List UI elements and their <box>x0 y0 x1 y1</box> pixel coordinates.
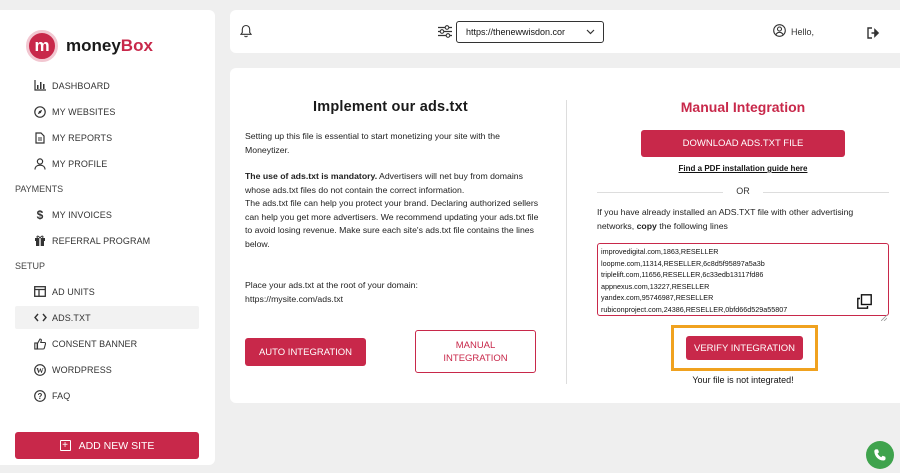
place-text: Place your ads.txt at the root of your d… <box>245 279 545 306</box>
ads-txt-lines-textarea[interactable]: improvedigital.com,1863,RESELLER loopme.… <box>597 243 889 316</box>
sidebar-item-my-reports[interactable]: MY REPORTS <box>0 126 215 149</box>
bar-chart-icon <box>33 79 47 93</box>
auto-integration-button[interactable]: AUTO INTEGRATION <box>245 338 366 366</box>
section-payments: PAYMENTS <box>15 184 64 194</box>
mandatory-bold: The use of ads.txt is mandatory. <box>245 171 378 181</box>
gift-icon <box>33 234 47 248</box>
help-text: The ads.txt file can help you protect yo… <box>245 198 539 249</box>
section-setup: SETUP <box>15 261 46 271</box>
compass-icon <box>33 105 47 119</box>
sidebar-item-label: MY PROFILE <box>52 158 108 169</box>
sidebar-item-wordpress[interactable]: W WORDPRESS <box>0 358 215 381</box>
sidebar-item-label: MY WEBSITES <box>52 106 116 117</box>
plus-icon: + <box>59 440 71 451</box>
implement-title: Implement our ads.txt <box>313 99 468 115</box>
place-line: Place your ads.txt at the root of your d… <box>245 280 418 290</box>
chevron-down-icon <box>586 27 595 37</box>
sidebar-item-my-websites[interactable]: MY WEBSITES <box>0 100 215 123</box>
user-menu[interactable]: Hello, <box>773 24 814 39</box>
document-icon <box>33 131 47 145</box>
sliders-icon[interactable] <box>438 25 452 43</box>
user-greeting: Hello, <box>791 26 815 37</box>
sidebar-item-my-profile[interactable]: MY PROFILE <box>0 152 215 175</box>
ads-line: triplelift.com,11656,RESELLER,6c33edb131… <box>601 270 764 280</box>
sidebar-item-ads-txt[interactable]: ADS.TXT <box>15 306 199 329</box>
user-icon <box>33 157 47 171</box>
brand-logo[interactable]: m moneyBox <box>26 30 153 62</box>
sidebar-item-label: DASHBOARD <box>52 80 110 91</box>
copy-icon[interactable] <box>857 294 872 314</box>
manual-label-line1: MANUAL <box>455 339 496 351</box>
sidebar: m moneyBox DASHBOARD MY WEBSITES MY REPO… <box>0 10 215 465</box>
svg-text:W: W <box>36 365 44 374</box>
sidebar-nav: DASHBOARD MY WEBSITES MY REPORTS MY PROF… <box>0 74 215 410</box>
sidebar-item-my-invoices[interactable]: $ MY INVOICES <box>0 203 215 226</box>
manual-integration-button[interactable]: MANUAL INTEGRATION <box>415 330 536 373</box>
site-select[interactable]: https://thenewwisdon.cor <box>456 21 604 43</box>
ads-line: yandex.com,95746987,RESELLER <box>601 293 714 303</box>
layout-icon <box>33 285 47 299</box>
mandatory-text: The use of ads.txt is mandatory. Adverti… <box>245 170 545 251</box>
column-divider <box>566 100 567 384</box>
pdf-guide-link[interactable]: Find a PDF installation guide here <box>597 164 889 173</box>
or-label: OR <box>736 186 750 196</box>
wordpress-icon: W <box>33 363 47 377</box>
sidebar-item-label: MY REPORTS <box>52 132 113 143</box>
top-bar: https://thenewwisdon.cor Hello, <box>230 10 900 53</box>
ads-line: appnexus.com,13227,RESELLER <box>601 281 710 291</box>
ads-line: rubiconproject.com,24386,RESELLER,0bfd66… <box>601 304 788 314</box>
brand-name: moneyBox <box>66 36 153 55</box>
code-icon <box>33 311 47 325</box>
intro-text: Setting up this file is essential to sta… <box>245 131 500 155</box>
or-separator: OR <box>597 186 889 200</box>
add-new-site-button[interactable]: + ADD NEW SITE <box>15 432 199 459</box>
manual-integration-title: Manual Integration <box>680 99 806 115</box>
divider-line <box>763 192 889 193</box>
sidebar-item-label: FAQ <box>52 390 71 401</box>
download-ads-txt-button[interactable]: DOWNLOAD ADS.TXT FILE <box>641 130 845 157</box>
sidebar-item-label: AD UNITS <box>52 286 95 297</box>
sidebar-item-dashboard[interactable]: DASHBOARD <box>0 74 215 97</box>
ads-line: loopme.com,11314,RESELLER,6c8d5f95897a5a… <box>601 258 765 268</box>
question-icon: ? <box>33 389 47 403</box>
phone-icon[interactable] <box>866 441 894 469</box>
copy-instructions: If you have already installed an ADS.TXT… <box>597 207 854 231</box>
sidebar-item-faq[interactable]: ? FAQ <box>0 384 215 407</box>
dollar-icon: $ <box>36 207 44 222</box>
bell-icon[interactable] <box>239 24 253 43</box>
logo-icon: m <box>26 30 58 62</box>
verify-integration-button[interactable]: VERIFY INTEGRATION <box>686 336 803 360</box>
sidebar-item-label: REFERRAL PROGRAM <box>52 235 151 246</box>
add-new-site-label: ADD NEW SITE <box>78 439 155 452</box>
ads-line: improvedigital.com,1863,RESELLER <box>601 247 719 256</box>
thumbs-up-icon <box>33 337 47 351</box>
svg-text:?: ? <box>38 391 43 400</box>
sidebar-item-label: WORDPRESS <box>52 364 112 375</box>
ads-txt-card: Implement our ads.txt Setting up this fi… <box>230 68 900 403</box>
site-select-value: https://thenewwisdon.cor <box>466 27 566 37</box>
sidebar-item-label: CONSENT BANNER <box>52 338 138 349</box>
place-url: https://mysite.com/ads.txt <box>245 293 344 304</box>
sidebar-item-consent-banner[interactable]: CONSENT BANNER <box>0 332 215 355</box>
verify-highlight: VERIFY INTEGRATION <box>671 325 818 371</box>
sidebar-item-referral-program[interactable]: REFERRAL PROGRAM <box>0 229 215 252</box>
manual-label-line2: INTEGRATION <box>443 352 508 364</box>
sidebar-item-label: MY INVOICES <box>52 209 112 220</box>
sidebar-item-label: ADS.TXT <box>52 312 91 323</box>
user-circle-icon <box>773 24 786 39</box>
integration-status: Your file is not integrated! <box>692 375 794 385</box>
sidebar-item-ad-units[interactable]: AD UNITS <box>0 280 215 303</box>
logout-icon[interactable] <box>867 26 880 44</box>
resize-grip-icon[interactable] <box>880 308 888 326</box>
